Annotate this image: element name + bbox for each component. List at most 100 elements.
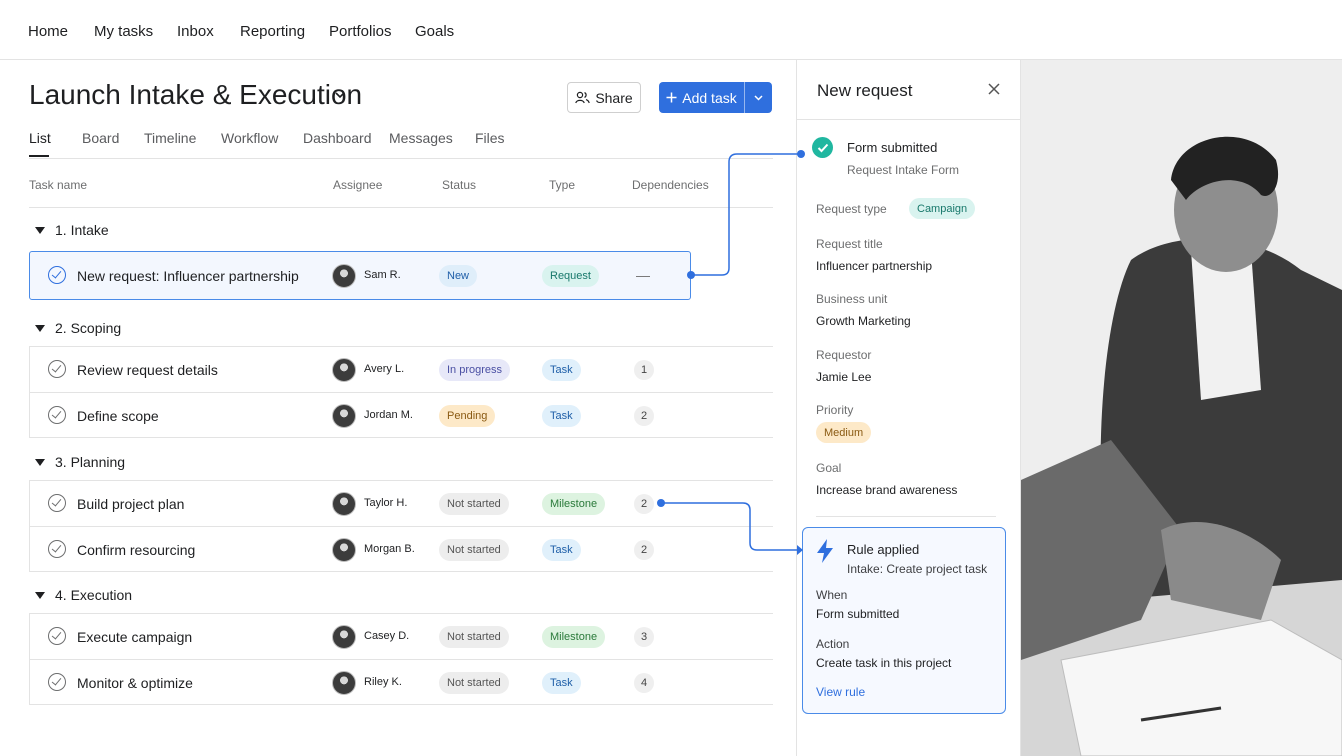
type-badge[interactable]: Task	[542, 359, 581, 381]
tabs-divider	[29, 158, 773, 159]
status-badge[interactable]: Not started	[439, 672, 509, 694]
section-title: 4. Execution	[55, 587, 133, 603]
type-badge[interactable]: Milestone	[542, 493, 606, 515]
request-type-badge[interactable]: Campaign	[909, 198, 976, 219]
avatar	[332, 671, 356, 695]
type-badge[interactable]: Milestone	[542, 626, 606, 648]
share-label: Share	[595, 89, 633, 106]
form-connector-line	[691, 153, 801, 276]
complete-check-icon[interactable]	[48, 540, 66, 558]
add-task-main[interactable]: Add task	[659, 82, 744, 113]
avatar	[332, 264, 356, 288]
status-badge[interactable]: In progress	[439, 359, 511, 381]
task-name: Confirm resourcing	[77, 542, 196, 558]
collapse-triangle-icon[interactable]	[35, 226, 45, 234]
column-header-dependencies[interactable]: Dependencies	[632, 178, 709, 192]
section-title: 1. Intake	[55, 222, 109, 238]
tab-workflow[interactable]: Workflow	[221, 130, 278, 146]
tab-dashboard[interactable]: Dashboard	[303, 130, 372, 146]
nav-home[interactable]: Home	[28, 23, 68, 40]
rule-name: Intake: Create project task	[847, 562, 988, 576]
complete-check-icon[interactable]	[48, 360, 66, 378]
status-badge[interactable]: Not started	[439, 493, 509, 515]
task-name: Define scope	[77, 408, 159, 424]
table-row[interactable]: Review request details Avery L. In progr…	[29, 346, 773, 392]
dependency-count[interactable]: 3	[634, 627, 654, 647]
column-header-type[interactable]: Type	[549, 178, 575, 192]
task-name: Build project plan	[77, 496, 185, 512]
dependency-count[interactable]: 2	[634, 540, 654, 560]
rule-when-value: Form submitted	[816, 607, 900, 621]
table-row[interactable]: Build project plan Taylor H. Not started…	[29, 480, 773, 526]
task-name: Monitor & optimize	[77, 675, 193, 691]
table-row[interactable]: Monitor & optimize Riley K. Not started …	[29, 659, 773, 705]
status-badge[interactable]: Pending	[439, 405, 496, 427]
assignee-name: Casey D.	[364, 630, 410, 642]
dependency-count[interactable]: 2	[634, 406, 654, 426]
complete-check-icon[interactable]	[48, 673, 66, 691]
column-header-status[interactable]: Status	[442, 178, 476, 192]
task-name: Review request details	[77, 362, 218, 378]
collapse-triangle-icon[interactable]	[35, 591, 45, 599]
section-header[interactable]: 1. Intake	[35, 222, 109, 238]
column-header-assignee[interactable]: Assignee	[333, 178, 382, 192]
status-badge[interactable]: Not started	[439, 626, 509, 648]
type-badge[interactable]: Task	[542, 539, 581, 561]
type-badge[interactable]: Request	[542, 265, 599, 287]
table-row[interactable]: New request: Influencer partnership Sam …	[29, 251, 691, 300]
nav-my-tasks[interactable]: My tasks	[94, 23, 153, 40]
complete-check-icon[interactable]	[48, 627, 66, 645]
dependency-count[interactable]: 1	[634, 360, 654, 380]
section-header[interactable]: 2. Scoping	[35, 320, 121, 336]
tab-files[interactable]: Files	[475, 130, 505, 146]
tab-messages[interactable]: Messages	[389, 130, 453, 146]
rule-when-label: When	[816, 588, 848, 602]
goal-label: Goal	[816, 461, 842, 475]
collapse-triangle-icon[interactable]	[35, 324, 45, 332]
type-badge[interactable]: Task	[542, 405, 581, 427]
status-badge[interactable]: Not started	[439, 539, 509, 561]
dependency-count[interactable]: 2	[634, 494, 654, 514]
rule-applied-card: Rule applied Intake: Create project task…	[802, 527, 1006, 714]
nav-goals[interactable]: Goals	[415, 23, 454, 40]
add-task-dropdown[interactable]	[744, 82, 772, 113]
active-tab-indicator	[29, 155, 49, 157]
complete-check-icon[interactable]	[48, 266, 66, 284]
status-badge[interactable]: New	[439, 265, 478, 287]
section-title: 2. Scoping	[55, 320, 122, 336]
nav-portfolios[interactable]: Portfolios	[329, 23, 392, 40]
tab-timeline[interactable]: Timeline	[144, 130, 196, 146]
table-row[interactable]: Confirm resourcing Morgan B. Not started…	[29, 526, 773, 572]
section-header[interactable]: 3. Planning	[35, 454, 125, 470]
add-task-button[interactable]: Add task	[659, 82, 772, 113]
section-header[interactable]: 4. Execution	[35, 587, 132, 603]
request-type-label: Request type	[816, 202, 887, 216]
requestor-value: Jamie Lee	[816, 370, 872, 384]
form-status: Form submitted	[847, 140, 938, 155]
tab-board[interactable]: Board	[82, 130, 119, 146]
business-unit-label: Business unit	[816, 292, 888, 306]
nav-inbox[interactable]: Inbox	[177, 23, 214, 40]
nav-reporting[interactable]: Reporting	[240, 23, 305, 40]
column-header-task-name[interactable]: Task name	[29, 178, 87, 192]
complete-check-icon[interactable]	[48, 494, 66, 512]
view-rule-link[interactable]: View rule	[816, 685, 865, 699]
priority-badge[interactable]: Medium	[816, 422, 872, 443]
type-badge[interactable]: Task	[542, 672, 581, 694]
assignee-name: Riley K.	[364, 676, 402, 688]
assignee-name: Taylor H.	[364, 497, 408, 509]
no-dependencies-dash	[636, 276, 650, 277]
share-button[interactable]: Share	[567, 82, 641, 113]
table-row[interactable]: Define scope Jordan M. Pending Task 2	[29, 392, 773, 438]
rule-action-value: Create task in this project	[816, 656, 952, 670]
complete-check-icon[interactable]	[48, 406, 66, 424]
tab-list[interactable]: List	[29, 130, 51, 146]
table-row[interactable]: Execute campaign Casey D. Not started Mi…	[29, 613, 773, 659]
request-title-label: Request title	[816, 237, 883, 251]
avatar	[332, 538, 356, 562]
assignee-name: Morgan B.	[364, 543, 415, 555]
collapse-triangle-icon[interactable]	[35, 458, 45, 466]
dependency-count[interactable]: 4	[634, 673, 654, 693]
close-icon[interactable]	[987, 82, 1001, 96]
chevron-down-icon[interactable]	[333, 88, 347, 102]
